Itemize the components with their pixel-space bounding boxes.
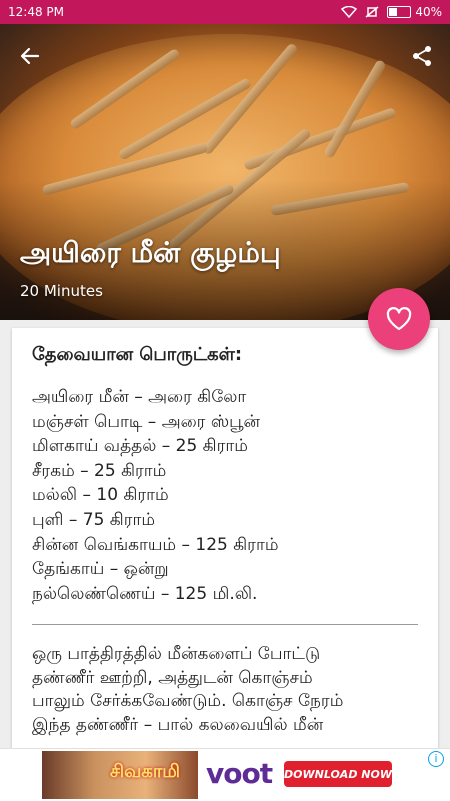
battery-percent: 40% [415, 5, 442, 19]
battery-icon [387, 6, 412, 18]
status-bar: 12:48 PM 40% [0, 0, 450, 24]
method-line: பாலும் சேர்க்கவேண்டும். கொஞ்ச நேரம் [32, 691, 344, 712]
ingredient-item: புளி – 75 கிராம் [32, 509, 156, 530]
ingredient-item: மல்லி – 10 கிராம் [32, 485, 169, 506]
status-icons: 40% [341, 5, 442, 19]
method-line: ஒரு பாத்திரத்தில் மீன்களைப் போட்டு [32, 644, 321, 665]
ingredient-item: அயிரை மீன் – அரை கிலோ [32, 387, 247, 407]
wifi-icon [341, 6, 358, 18]
ingredients-list: அயிரை மீன் – அரை கிலோ மஞ்சள் பொடி – அரை … [32, 385, 418, 606]
method-line: இந்த தண்ணீர் – பால் கலவையில் மீன் [32, 714, 324, 735]
ad-image-title: சிவகாமி [110, 761, 180, 782]
ad-brand-logo[interactable]: voot [206, 757, 273, 790]
mute-icon [365, 6, 379, 18]
method-text: ஒரு பாத்திரத்தில் மீன்களைப் போட்டு தண்ணீ… [32, 643, 418, 737]
ad-image[interactable]: சிவகாமி [42, 751, 198, 799]
recipe-hero-image [0, 24, 450, 320]
battery-fill [389, 8, 397, 16]
status-time: 12:48 PM [8, 5, 64, 19]
ingredient-item: சீரகம் – 25 கிராம் [32, 460, 167, 481]
ingredient-item: சின்ன வெங்காயம் – 125 கிராம் [32, 534, 279, 555]
battery-indicator: 40% [387, 5, 442, 19]
section-divider [32, 624, 418, 626]
ad-banner[interactable]: சிவகாமி voot DOWNLOAD NOW i [0, 748, 450, 801]
ingredient-item: மிளகாய் வத்தல் – 25 கிராம் [32, 436, 248, 457]
ingredient-item: நல்லெண்ணெய் – 125 மி.லி. [32, 583, 258, 604]
method-line: தண்ணீர் ஊற்றி, அத்துடன் கொஞ்சம் [32, 667, 313, 688]
ingredient-item: மஞ்சள் பொடி – அரை ஸ்பூன் [32, 411, 260, 432]
heart-icon [386, 307, 412, 331]
recipe-title: அயிரை மீன் குழம்பு [20, 236, 281, 269]
back-button[interactable] [14, 40, 46, 72]
favorite-button[interactable] [368, 288, 430, 350]
ingredient-item: தேங்காய் – ஒன்று [32, 559, 169, 580]
recipe-card: தேவையான பொருட்கள்: அயிரை மீன் – அரை கிலோ… [12, 328, 438, 748]
share-icon [413, 46, 431, 66]
ingredients-heading: தேவையான பொருட்கள்: [32, 344, 243, 365]
recipe-duration: 20 Minutes [20, 282, 103, 300]
share-button[interactable] [406, 40, 438, 72]
ad-download-button[interactable]: DOWNLOAD NOW [284, 761, 392, 787]
ad-info-icon[interactable]: i [428, 751, 444, 767]
back-arrow-icon [20, 47, 40, 65]
